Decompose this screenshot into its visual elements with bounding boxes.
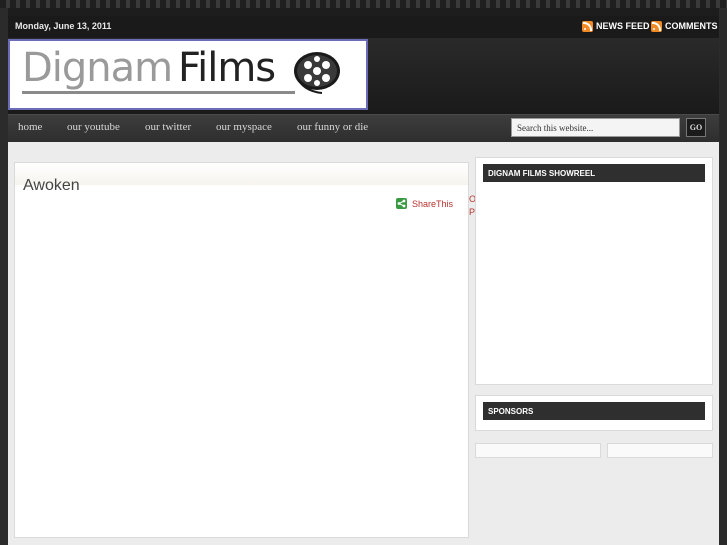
current-date: Monday, June 13, 2011 xyxy=(15,21,112,31)
comments-feed-link[interactable]: COMMENTS xyxy=(651,19,718,33)
film-reel-icon xyxy=(294,52,340,94)
site-header: Dignam Films xyxy=(8,38,719,114)
nav-home[interactable]: home xyxy=(18,121,42,133)
post: Awoken ShareThis xyxy=(14,162,469,538)
post-title[interactable]: Awoken xyxy=(23,177,80,195)
site-logo[interactable]: Dignam Films xyxy=(8,39,368,110)
logo-text-dignam: Dignam xyxy=(22,45,173,91)
sharethis-label: ShareThis xyxy=(412,198,454,209)
rss-icon xyxy=(651,20,662,32)
sponsors-heading: SPONSORS xyxy=(483,402,705,420)
rss-icon xyxy=(582,20,593,32)
sponsor-slot xyxy=(475,443,601,458)
logo-underline xyxy=(22,91,295,94)
nav-our-twitter[interactable]: our twitter xyxy=(145,121,191,133)
showreel-heading: DIGNAM FILMS SHOWREEL xyxy=(483,164,705,182)
page: Monday, June 13, 2011 NEWS FEED COMMENTS… xyxy=(8,8,719,545)
nav-our-funny-or-die[interactable]: our funny or die xyxy=(297,121,368,133)
search-input[interactable] xyxy=(511,118,680,137)
post-title-bar xyxy=(15,163,468,185)
comments-feed-label: COMMENTS xyxy=(665,21,718,31)
content-area: Awoken ShareThis Older Posts DIGNAM FILM… xyxy=(8,142,719,545)
showreel-widget: DIGNAM FILMS SHOWREEL xyxy=(475,157,713,385)
date-bar: Monday, June 13, 2011 NEWS FEED COMMENTS xyxy=(8,16,719,38)
main-nav: home our youtube our twitter our myspace… xyxy=(8,114,719,142)
news-feed-label: NEWS FEED xyxy=(596,21,650,31)
news-feed-link[interactable]: NEWS FEED xyxy=(582,19,650,33)
share-icon xyxy=(396,198,407,209)
top-texture xyxy=(0,0,727,8)
sponsors-widget: SPONSORS xyxy=(475,395,713,431)
logo-text-films: Films xyxy=(178,45,276,91)
nav-our-myspace[interactable]: our myspace xyxy=(216,121,272,133)
search-go-button[interactable]: GO xyxy=(686,118,706,137)
sharethis-button[interactable]: ShareThis xyxy=(396,198,453,209)
nav-our-youtube[interactable]: our youtube xyxy=(67,121,120,133)
sponsor-slot xyxy=(607,443,713,458)
